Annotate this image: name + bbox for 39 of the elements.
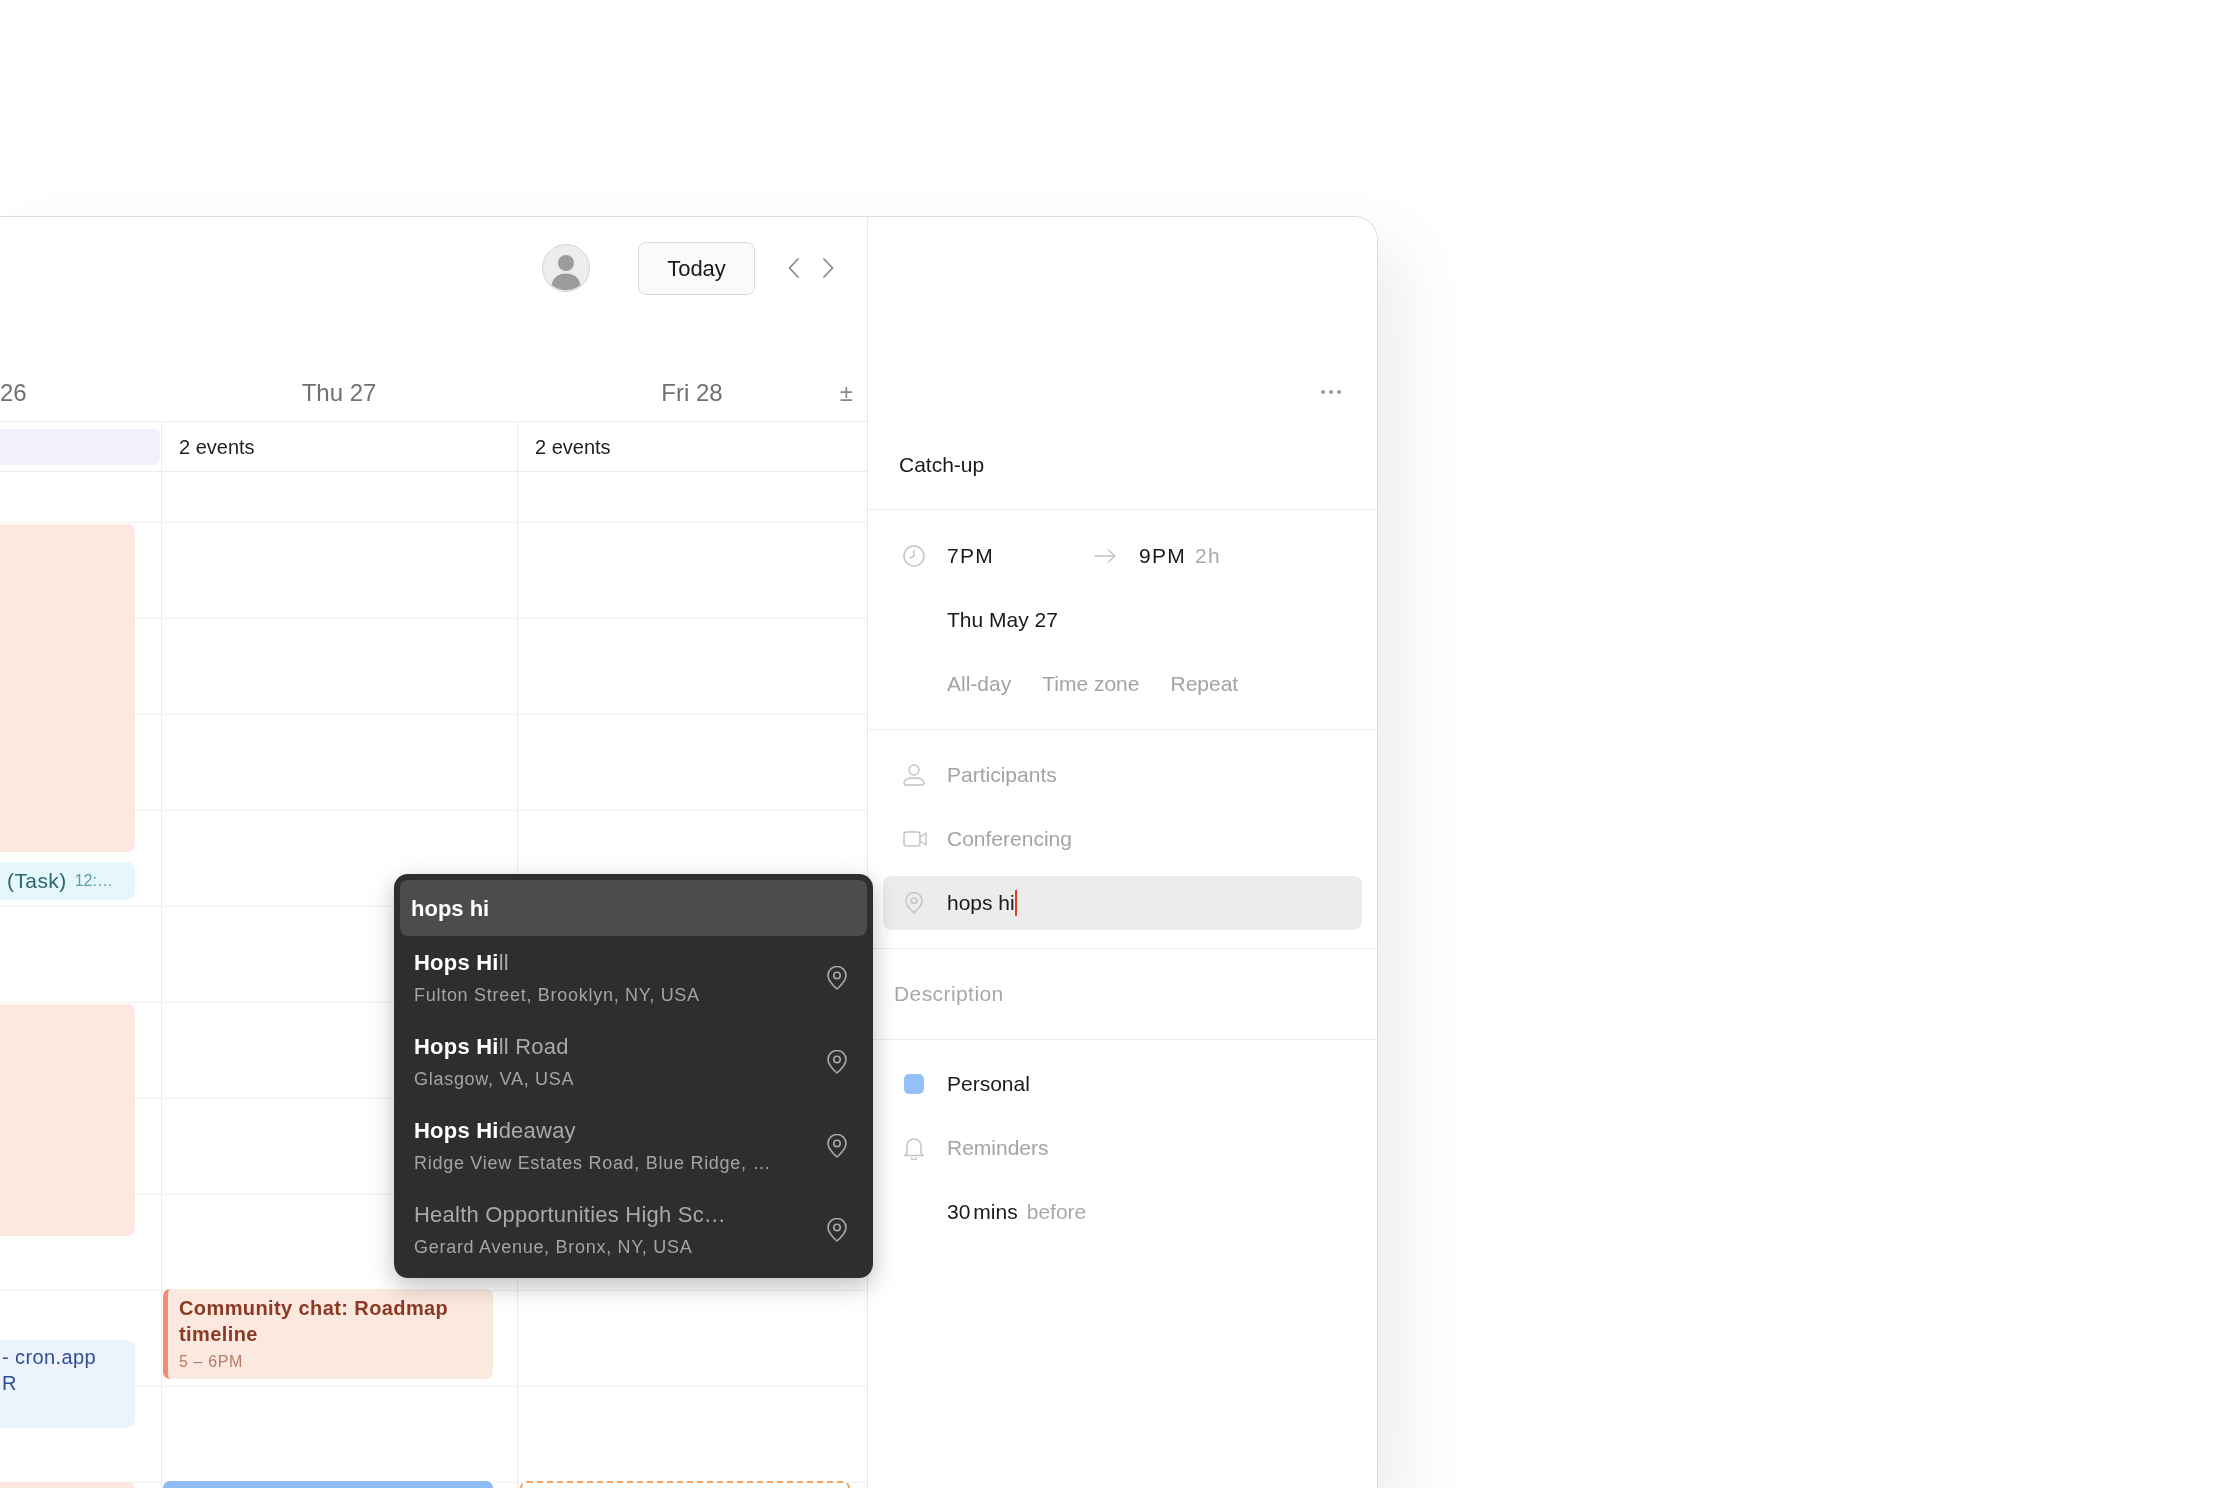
- duration-text: 2h: [1194, 543, 1221, 570]
- map-pin-icon: [827, 1050, 847, 1074]
- avatar-icon[interactable]: [542, 244, 590, 292]
- map-pin-icon: [827, 966, 847, 990]
- day-header: Fri 28: [661, 379, 723, 407]
- event-block[interactable]: - cron.app R: [0, 1340, 135, 1428]
- end-time[interactable]: 9PM: [1139, 540, 1186, 572]
- all-day-events-count[interactable]: 2 events: [179, 431, 255, 462]
- location-field[interactable]: hops hi: [883, 876, 1362, 930]
- all-day-events-count[interactable]: 2 events: [535, 431, 611, 462]
- event-date[interactable]: Thu May 27: [947, 604, 1058, 636]
- today-button[interactable]: Today: [638, 241, 755, 295]
- start-time[interactable]: 7PM: [947, 540, 994, 572]
- calendar-select[interactable]: Personal: [947, 1068, 1030, 1100]
- reminder-unit[interactable]: mins: [973, 1196, 1018, 1228]
- reminder-amount[interactable]: 30: [947, 1196, 971, 1228]
- map-pin-icon: [905, 892, 923, 914]
- chevron-right-icon[interactable]: [823, 258, 834, 278]
- video-camera-icon: [903, 831, 927, 847]
- chevron-left-icon[interactable]: [788, 258, 799, 278]
- person-icon: [903, 764, 925, 786]
- day-header: 26: [0, 379, 27, 407]
- location-search-field[interactable]: hops hi: [400, 880, 867, 936]
- event-card[interactable]: Community chat: Roadmap timeline 5 – 6PM: [163, 1289, 493, 1379]
- bell-icon: [904, 1136, 924, 1160]
- more-icon[interactable]: [1321, 390, 1341, 394]
- map-pin-icon: [827, 1134, 847, 1158]
- clock-icon: [903, 545, 925, 567]
- task-event[interactable]: (Task) 12:…: [0, 862, 135, 900]
- reminder-suffix: before: [1026, 1199, 1087, 1226]
- description-field[interactable]: Description: [894, 974, 1357, 1014]
- map-pin-icon: [827, 1218, 847, 1242]
- arrow-right-icon: [1094, 549, 1116, 563]
- location-option[interactable]: Hops Hideaway Ridge View Estates Road, Blue Ridge, …: [400, 1104, 867, 1188]
- location-option[interactable]: Hops Hill Fulton Street, Brooklyn, NY, USA: [400, 936, 867, 1020]
- day-header: Thu 27: [301, 379, 377, 407]
- event-title[interactable]: Catch-up: [899, 450, 985, 480]
- location-option[interactable]: Hops Hill Road Glasgow, VA, USA: [400, 1020, 867, 1104]
- location-option[interactable]: Health Opportunities High Sc… Gerard Avenue, Bronx, NY, USA: [400, 1188, 867, 1272]
